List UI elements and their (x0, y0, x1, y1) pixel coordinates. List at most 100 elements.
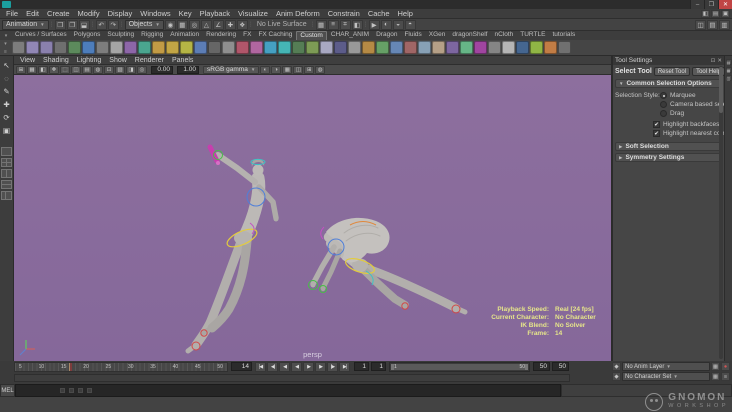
rotate-tool-icon[interactable]: ⟳ (1, 111, 13, 123)
layer-row-button[interactable]: ▦ (711, 372, 720, 381)
close-icon[interactable]: ✕ (718, 0, 732, 9)
menu-edit[interactable]: Edit (22, 9, 43, 19)
shelf-icon[interactable] (110, 41, 123, 54)
shelf-icon[interactable] (362, 41, 375, 54)
shelf-icon[interactable] (68, 41, 81, 54)
shelf-icon[interactable] (348, 41, 361, 54)
panel-menu-view[interactable]: View (16, 56, 39, 65)
shelf-icon[interactable] (236, 41, 249, 54)
sidebar-toggle-icon[interactable]: ◫ (695, 19, 706, 30)
shelf-icon[interactable] (306, 41, 319, 54)
shelf-icon[interactable] (96, 41, 109, 54)
range-slider-bar[interactable]: 1 50 (391, 364, 528, 370)
go-to-start-button[interactable]: |◀ (255, 362, 266, 372)
viewport-toolbar-icon[interactable]: ◨ (126, 65, 136, 74)
shelf-icon[interactable] (488, 41, 501, 54)
section-symmetry-settings[interactable]: ▶ Symmetry Settings (615, 153, 722, 162)
range-slider[interactable]: 1 50 (389, 362, 530, 372)
history-icon[interactable]: ≡ (327, 19, 339, 30)
viewport-canvas[interactable]: Playback Speed: Real [24 fps] Current Char… (14, 75, 611, 361)
shelf-icon[interactable] (544, 41, 557, 54)
play-backward-button[interactable]: ◀ (291, 362, 302, 372)
shelf-icon[interactable] (222, 41, 235, 54)
shelf-tab-xgen[interactable]: XGen (426, 31, 449, 41)
shelf-icon[interactable] (124, 41, 137, 54)
menu-visualize[interactable]: Visualize (234, 9, 272, 19)
shelf-icon[interactable] (264, 41, 277, 54)
menu-help[interactable]: Help (394, 9, 417, 19)
minimize-icon[interactable]: – (690, 0, 704, 9)
selection-mask-dropdown[interactable]: Objects ▼ (124, 19, 164, 30)
range-handle-right[interactable] (525, 364, 528, 370)
render-icon[interactable]: ◓ (404, 19, 416, 30)
workspace-icon[interactable]: ◧ (701, 9, 710, 18)
shelf-icon[interactable] (432, 41, 445, 54)
restore-icon[interactable]: ❐ (704, 0, 718, 9)
shelf-icon[interactable] (390, 41, 403, 54)
snap-icon[interactable]: △ (200, 19, 212, 30)
range-handle-left[interactable] (391, 364, 394, 370)
file-icon[interactable]: ❐ (66, 19, 78, 30)
step-forward-key-button[interactable]: |▶ (327, 362, 338, 372)
sidebar-tab-icon[interactable]: ▦ (725, 67, 732, 73)
menu-playback[interactable]: Playback (196, 9, 234, 19)
checkbox-icon[interactable]: ✔ (653, 121, 660, 128)
layer-row-button[interactable]: ● (721, 362, 730, 371)
shelf-icon[interactable] (12, 41, 25, 54)
panel-menu-lighting[interactable]: Lighting (73, 56, 106, 65)
layout-single-pane-button[interactable] (1, 147, 12, 156)
group-divider[interactable]: ⋮ (363, 20, 369, 30)
shelf-icon[interactable] (446, 41, 459, 54)
shelf-arrow-icon[interactable]: ▾ (4, 41, 7, 47)
shelf-icon[interactable] (26, 41, 39, 54)
menu-create[interactable]: Create (43, 9, 74, 19)
playback-end-field[interactable]: 50 (533, 362, 550, 371)
workspace-icon[interactable]: ▣ (721, 9, 730, 18)
animation-start-field[interactable]: 1 (354, 362, 369, 371)
shelf-icon[interactable] (138, 41, 151, 54)
shelf-tab-tutorials[interactable]: tutorials (549, 31, 578, 41)
shelf-tab-rendering[interactable]: Rendering (203, 31, 239, 41)
checkbox-row-highlight-nearest-compo[interactable]: ✔ Highlight nearest compo... (653, 129, 732, 138)
section-common-selection-options[interactable]: ▼ Common Selection Options (615, 79, 722, 88)
panel-header-icon[interactable]: ⊡ (711, 58, 716, 64)
checkbox-icon[interactable]: ✔ (653, 130, 660, 137)
render-icon[interactable]: ◒ (392, 19, 404, 30)
shelf-icon[interactable] (320, 41, 333, 54)
shelf-icon[interactable] (334, 41, 347, 54)
step-back-key-button[interactable]: ◀| (267, 362, 278, 372)
shelf-icon[interactable] (54, 41, 67, 54)
menuset-dropdown[interactable]: Animation ▼ (2, 19, 49, 30)
file-icon[interactable]: ❒ (54, 19, 66, 30)
snap-icon[interactable]: ◉ (164, 19, 176, 30)
layout-two-pane-side-button[interactable] (1, 169, 12, 178)
viewport-toolbar-icon[interactable]: ▦ (282, 65, 293, 74)
exposure-field[interactable]: 0.00 (151, 65, 173, 74)
undo-icon[interactable]: ↷ (107, 19, 119, 30)
current-frame-marker[interactable] (69, 363, 73, 371)
command-line-input[interactable] (15, 384, 561, 397)
checkbox-row-highlight-backfaces[interactable]: ✔ Highlight backfaces (653, 120, 724, 129)
undo-icon[interactable]: ↶ (95, 19, 107, 30)
history-icon[interactable]: ⌗ (339, 19, 351, 30)
layout-outliner-persp-button[interactable] (1, 191, 12, 200)
shelf-tab-polygons[interactable]: Polygons (71, 31, 104, 41)
radio-selected-icon[interactable] (660, 92, 667, 99)
render-icon[interactable]: ▶ (368, 19, 380, 30)
shelf-tab-sculpting[interactable]: Sculpting (104, 31, 137, 41)
shelf-icon[interactable] (194, 41, 207, 54)
shelf-tab-rigging[interactable]: Rigging (138, 31, 166, 41)
time-slider[interactable]: 5 10 15 20 25 30 35 40 45 50 (14, 362, 228, 372)
shelf-tab-dragonshelf[interactable]: dragonShelf (449, 31, 490, 41)
menu-modify[interactable]: Modify (74, 9, 104, 19)
character-set-icon[interactable]: ◆ (612, 372, 621, 381)
viewport-toolbar-icon[interactable]: ⬚ (60, 65, 70, 74)
group-divider[interactable]: ⋮ (49, 20, 55, 30)
animation-end-field[interactable]: 50 (552, 362, 569, 371)
group-divider[interactable]: ⋮ (248, 20, 254, 30)
shelf-icon[interactable] (166, 41, 179, 54)
shelf-tab-menu-icon[interactable]: ▾ (1, 31, 11, 40)
layout-two-pane-stacked-button[interactable] (1, 180, 12, 189)
panel-header-icon[interactable]: ✕ (717, 58, 722, 64)
shelf-icon[interactable] (474, 41, 487, 54)
